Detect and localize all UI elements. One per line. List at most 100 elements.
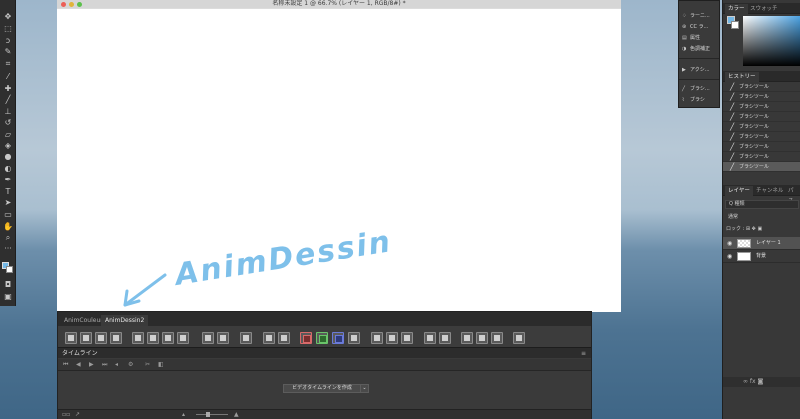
mask-icon[interactable]: ◙ — [758, 378, 764, 385]
create-video-timeline-button[interactable]: ビデオタイムラインを作成 — [283, 384, 361, 393]
onion-skin-icon[interactable] — [95, 332, 107, 344]
canvas[interactable]: AnimDessin — [57, 9, 621, 312]
new-frame-icon[interactable] — [65, 332, 77, 344]
export-icon[interactable] — [513, 332, 525, 344]
brush-icon[interactable]: ╱ — [3, 95, 13, 104]
tab-animdessin2[interactable]: AnimDessin2 — [101, 315, 149, 326]
eraser-icon[interactable]: ▱ — [3, 130, 13, 139]
audio-icon[interactable]: ◂ — [115, 361, 118, 369]
actions-item[interactable]: ▶ アクシ... — [682, 65, 710, 75]
tab-paths[interactable]: パス — [785, 186, 800, 204]
screen-mode-icon[interactable]: ▣ — [3, 292, 13, 301]
link-layers-icon[interactable]: ∞ — [743, 378, 748, 385]
fx-button[interactable]: fx — [750, 378, 756, 385]
history-item[interactable]: ╱ ブラシツール — [723, 102, 800, 112]
doc-icon[interactable] — [461, 332, 473, 344]
learn-panel-item[interactable]: ♢ ラーニ... — [682, 11, 710, 21]
select-frame-icon[interactable] — [217, 332, 229, 344]
camera-icon[interactable] — [386, 332, 398, 344]
film-icon[interactable] — [424, 332, 436, 344]
prev-frame-icon[interactable] — [371, 332, 383, 344]
insert-before-icon[interactable] — [132, 332, 144, 344]
green-onion-icon[interactable] — [316, 332, 328, 344]
extend-left-icon[interactable] — [263, 332, 275, 344]
panel-menu-icon[interactable]: ≡ — [581, 348, 586, 359]
delete-frame-icon[interactable] — [177, 332, 189, 344]
zoom-in-icon[interactable]: ▲ — [234, 411, 239, 419]
film-strip-icon[interactable] — [439, 332, 451, 344]
tab-color[interactable]: カラー — [725, 4, 748, 14]
layer-row[interactable]: ◉ レイヤー 1 — [723, 237, 800, 250]
blend-mode-select[interactable]: 通常 — [725, 213, 799, 222]
prev-frame-button-icon[interactable]: ◀ — [76, 361, 81, 369]
history-item[interactable]: ╱ ブラシツール — [723, 132, 800, 142]
zoom-out-icon[interactable]: ▴ — [182, 411, 185, 419]
lock-all-icon[interactable]: ▣ — [757, 226, 762, 232]
timeline-zoom-thumb[interactable] — [206, 412, 210, 417]
lasso-icon[interactable]: ↄ — [3, 36, 13, 45]
tab-layers[interactable]: レイヤー — [725, 186, 753, 196]
insert-after-icon[interactable] — [147, 332, 159, 344]
zoom-icon[interactable]: ⌕ — [3, 233, 13, 242]
history-brush-icon[interactable]: ↺ — [3, 118, 13, 127]
next-frame-button-icon[interactable]: ⏭ — [102, 361, 107, 369]
quick-select-icon[interactable]: ✎ — [3, 47, 13, 56]
brush-settings-item[interactable]: ⌇ ブラシ — [682, 95, 705, 105]
scissors-icon[interactable]: ✂ — [145, 361, 150, 369]
background-color-chip[interactable] — [731, 21, 739, 29]
history-item[interactable]: ╱ ブラシツール — [723, 82, 800, 92]
paste-frame-icon[interactable] — [202, 332, 214, 344]
layer-row[interactable]: ◉ 背景 — [723, 250, 800, 263]
dodge-icon[interactable]: ◐ — [3, 164, 13, 173]
stamp-icon[interactable]: ⊥ — [3, 107, 13, 116]
history-item[interactable]: ╱ ブラシツール — [723, 142, 800, 152]
healing-icon[interactable]: ✚ — [3, 84, 13, 93]
first-frame-icon[interactable]: ⏮ — [63, 361, 68, 369]
quick-mask-icon[interactable]: ◘ — [3, 280, 13, 289]
lock-pixels-icon[interactable]: ⊞ — [746, 226, 750, 232]
marquee-icon[interactable]: ⬚ — [3, 24, 13, 33]
bucket-icon[interactable]: ◈ — [3, 141, 13, 150]
history-item[interactable]: ╱ ブラシツール — [723, 122, 800, 132]
more-icon[interactable]: ··· — [3, 244, 13, 253]
hand-icon[interactable]: ✋ — [3, 222, 13, 231]
shape-icon[interactable]: ▭ — [3, 210, 13, 219]
close-window-button[interactable] — [61, 2, 66, 7]
pen-icon[interactable]: ✒ — [3, 175, 13, 184]
tab-history[interactable]: ヒストリー — [725, 72, 759, 82]
transition-icon[interactable]: ◧ — [158, 361, 164, 369]
layer-folder-icon[interactable] — [240, 332, 252, 344]
eyedropper-icon[interactable]: ⁄ — [3, 72, 13, 81]
zoom-window-button[interactable] — [77, 2, 82, 7]
red-onion-icon[interactable] — [300, 332, 312, 344]
eye-icon[interactable]: ◉ — [727, 250, 732, 263]
blue-onion-icon[interactable] — [332, 332, 344, 344]
render-icon[interactable]: ↗ — [75, 411, 80, 419]
history-item[interactable]: ╱ ブラシツール — [723, 152, 800, 162]
save-frame-icon[interactable] — [110, 332, 122, 344]
next-frame-icon[interactable] — [401, 332, 413, 344]
extend-right-icon[interactable] — [278, 332, 290, 344]
history-item[interactable]: ╱ ブラシツール — [723, 112, 800, 122]
settings-icon[interactable]: ⚙ — [128, 361, 133, 369]
convert-icon[interactable]: ▫▫ — [62, 411, 70, 419]
background-color-swatch[interactable] — [6, 266, 13, 273]
path-select-icon[interactable]: ➤ — [3, 198, 13, 207]
doc-copy-icon[interactable] — [476, 332, 488, 344]
lock-position-icon[interactable]: ✥ — [752, 226, 756, 232]
copy-frame-icon[interactable] — [162, 332, 174, 344]
chevron-down-icon[interactable]: ⌄ — [360, 384, 369, 393]
minimize-window-button[interactable] — [69, 2, 74, 7]
timeline-zoom-slider[interactable] — [196, 414, 228, 415]
brushes-item[interactable]: ╱ ブラシ... — [682, 84, 710, 94]
color-picker-field[interactable] — [743, 16, 800, 66]
doc-paste-icon[interactable] — [491, 332, 503, 344]
duplicate-frame-icon[interactable] — [80, 332, 92, 344]
clear-onion-icon[interactable] — [348, 332, 360, 344]
eye-icon[interactable]: ◉ — [727, 237, 732, 250]
history-item-selected[interactable]: ╱ ブラシツール — [723, 162, 800, 172]
cc-libraries-item[interactable]: ⊛ CC ラ... — [682, 22, 708, 32]
history-item[interactable]: ╱ ブラシツール — [723, 92, 800, 102]
tab-channels[interactable]: チャンネル — [753, 186, 786, 196]
adjustments-item[interactable]: ◑ 色調補正 — [682, 44, 710, 54]
